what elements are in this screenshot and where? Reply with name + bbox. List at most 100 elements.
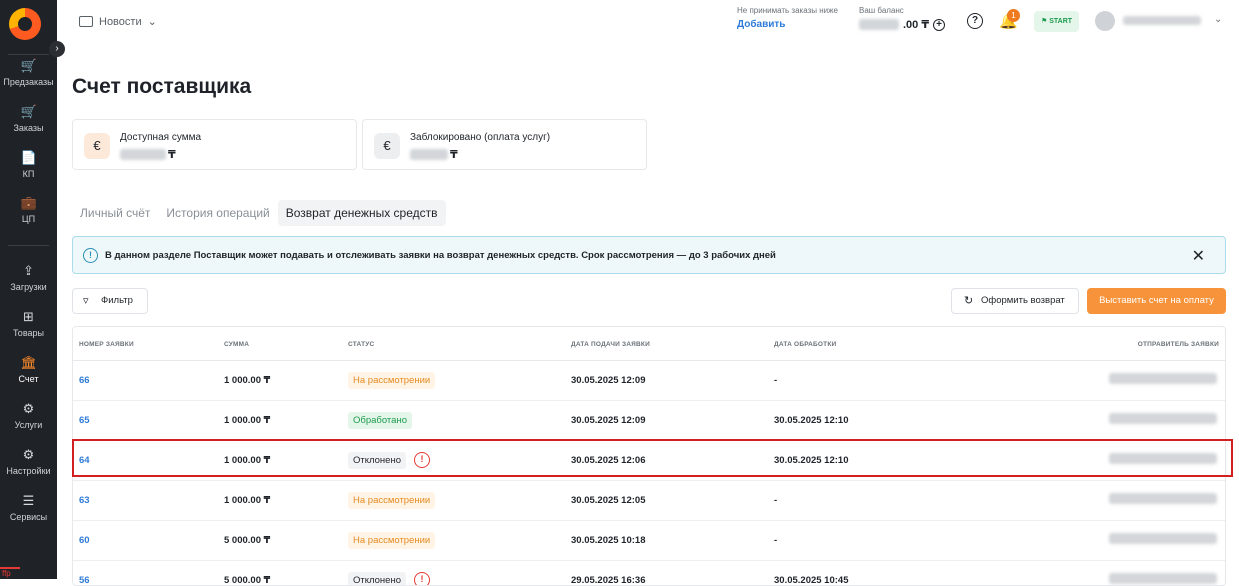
chevron-down-icon[interactable]: ⌄: [1214, 14, 1222, 25]
logo[interactable]: [9, 8, 41, 40]
balance-suffix: .00 ₸: [903, 19, 930, 31]
chevron-down-icon: ⌄: [147, 16, 157, 28]
sidebar: 🛒 Предзаказы 🛒 Заказы 📄 КП 💼 ЦП ⇪ Загруз…: [0, 0, 57, 579]
currency-label: ₸: [168, 149, 176, 161]
request-number-link[interactable]: 65: [79, 415, 90, 426]
sidebar-item-label: Загрузки: [10, 282, 47, 292]
user-name-hidden: [1123, 16, 1201, 25]
sidebar-item-services-menu[interactable]: ☰ Сервисы: [0, 493, 57, 522]
processed-date-cell: -: [774, 375, 778, 386]
card-label: Доступная сумма: [120, 132, 202, 143]
balance-block: Ваш баланс .00 ₸ +: [859, 6, 946, 31]
close-icon[interactable]: ✕: [1192, 246, 1205, 266]
balance-hidden-value: [859, 19, 899, 30]
menu-icon: ☰: [22, 493, 35, 508]
table-row[interactable]: 64 1 000.00 ₸ Отклонено ! 30.05.2025 12:…: [73, 441, 1225, 481]
amount-hidden-value: [120, 149, 166, 160]
currency-label: ₸: [450, 149, 458, 161]
sidebar-item-label: Товары: [13, 328, 44, 338]
sidebar-item-orders[interactable]: 🛒 Заказы: [0, 104, 57, 133]
plus-circle-icon[interactable]: +: [933, 18, 946, 31]
news-label: Новости: [99, 15, 142, 28]
warning-icon[interactable]: !: [414, 452, 430, 468]
table-row[interactable]: 56 5 000.00 ₸ Отклонено ! 29.05.2025 16:…: [73, 561, 1225, 586]
warning-icon[interactable]: !: [414, 572, 430, 585]
sum-cell: 1 000.00 ₸: [224, 455, 271, 466]
uploads-icon: ⇪: [23, 263, 34, 278]
request-number-link[interactable]: 56: [79, 575, 90, 585]
sidebar-item-uploads[interactable]: ⇪ Загрузки: [0, 263, 57, 292]
submitted-date-cell: 30.05.2025 10:18: [571, 535, 646, 546]
sidebar-item-products[interactable]: ⊞ Товары: [0, 309, 57, 338]
settings-icon: ⚙: [22, 447, 35, 462]
processed-date-cell: 30.05.2025 12:10: [774, 455, 849, 466]
start-label: START: [1049, 18, 1073, 25]
status-badge: Отклонено: [348, 452, 406, 469]
processed-date-cell: -: [774, 495, 778, 506]
table-row[interactable]: 60 5 000.00 ₸ На рассмотрении 30.05.2025…: [73, 521, 1225, 561]
request-number-link[interactable]: 63: [79, 495, 90, 506]
status-badge: Отклонено: [348, 572, 406, 585]
sidebar-item-account[interactable]: 🏛 Счет: [0, 355, 57, 384]
flag-icon: ⚑: [1041, 18, 1048, 25]
sidebar-item-label: Заказы: [13, 123, 44, 133]
sidebar-item-label: Счет: [18, 374, 39, 384]
add-link[interactable]: Добавить: [737, 19, 838, 30]
orders-icon: 🛒: [20, 104, 37, 119]
processed-date-cell: -: [774, 535, 778, 546]
sidebar-item-label: Настройки: [6, 466, 51, 476]
header-request-number: НОМЕР ЗАЯВКИ: [79, 341, 134, 348]
start-badge[interactable]: ⚑ START: [1034, 11, 1080, 32]
header-submitted-date: ДАТА ПОДАЧИ ЗАЯВКИ: [571, 341, 650, 348]
info-text: В данном разделе Поставщик может подават…: [105, 250, 776, 261]
submitted-date-cell: 30.05.2025 12:06: [571, 455, 646, 466]
sidebar-bottom-text: ffp: [0, 567, 20, 579]
submitted-date-cell: 30.05.2025 12:09: [571, 415, 646, 426]
news-dropdown[interactable]: Новости ⌄: [79, 15, 157, 28]
sender-hidden-value: [1109, 453, 1217, 464]
tab-refund[interactable]: Возврат денежных средств: [277, 200, 446, 226]
processed-date-cell: 30.05.2025 10:45: [774, 575, 849, 586]
sum-cell: 1 000.00 ₸: [224, 375, 271, 386]
sidebar-item-kp[interactable]: 📄 КП: [0, 150, 57, 179]
processed-date-cell: 30.05.2025 12:10: [774, 415, 849, 426]
status-badge: На рассмотрении: [348, 372, 436, 389]
tab-operations-history[interactable]: История операций: [158, 200, 277, 226]
sidebar-item-preorders[interactable]: 🛒 Предзаказы: [0, 58, 57, 87]
amount-hidden-value: [410, 149, 448, 160]
request-number-link[interactable]: 64: [79, 455, 90, 466]
table-row[interactable]: 63 1 000.00 ₸ На рассмотрении 30.05.2025…: [73, 481, 1225, 521]
table-row[interactable]: 65 1 000.00 ₸ Обработано 30.05.2025 12:0…: [73, 401, 1225, 441]
filter-button[interactable]: ▿ Фильтр: [72, 288, 148, 314]
table-header: НОМЕР ЗАЯВКИ СУММА СТАТУС ДАТА ПОДАЧИ ЗА…: [73, 327, 1225, 361]
info-banner: ! В данном разделе Поставщик может подав…: [72, 236, 1226, 274]
request-number-link[interactable]: 66: [79, 375, 90, 386]
sum-cell: 1 000.00 ₸: [224, 415, 271, 426]
notification-badge: 1: [1007, 9, 1020, 22]
table-row[interactable]: 66 1 000.00 ₸ На рассмотрении 30.05.2025…: [73, 361, 1225, 401]
issue-invoice-button[interactable]: Выставить счет на оплату: [1087, 288, 1226, 314]
avatar[interactable]: [1095, 11, 1115, 31]
header-status: СТАТУС: [348, 341, 375, 348]
sidebar-item-label: Услуги: [14, 420, 43, 430]
submitted-date-cell: 30.05.2025 12:09: [571, 375, 646, 386]
create-refund-button[interactable]: ↻ Оформить возврат: [951, 288, 1079, 314]
info-icon: !: [83, 248, 98, 263]
request-number-link[interactable]: 60: [79, 535, 90, 546]
news-icon: [79, 16, 93, 27]
sender-hidden-value: [1109, 493, 1217, 504]
sidebar-item-cp[interactable]: 💼 ЦП: [0, 195, 57, 224]
topbar: Новости ⌄ Не принимать заказы ниже Добав…: [57, 0, 1239, 44]
sidebar-item-settings[interactable]: ⚙ Настройки: [0, 447, 57, 476]
sidebar-collapse-button[interactable]: ›: [49, 41, 65, 57]
kp-icon: 📄: [20, 150, 37, 165]
divider: [8, 245, 49, 246]
tab-personal-account[interactable]: Личный счёт: [72, 200, 158, 226]
sender-hidden-value: [1109, 533, 1217, 544]
header-processed-date: ДАТА ОБРАБОТКИ: [774, 341, 837, 348]
min-order-block: Не принимать заказы ниже Добавить: [737, 6, 838, 30]
sidebar-item-services[interactable]: ⚙ Услуги: [0, 401, 57, 430]
sidebar-item-label: Сервисы: [9, 512, 48, 522]
help-icon[interactable]: ?: [967, 13, 983, 29]
header-sender: ОТПРАВИТЕЛЬ ЗАЯВКИ: [1137, 341, 1219, 348]
